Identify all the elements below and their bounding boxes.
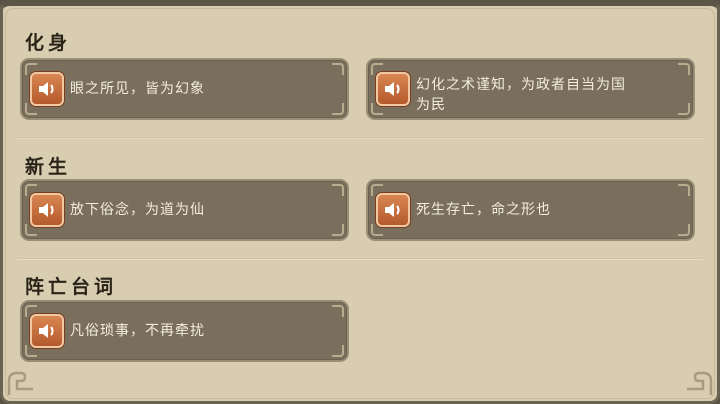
- voice-lines-panel: 化身 眼之所见，皆为幻象 幻化之术谨知，为政者自当为国为民 新生 放下俗念，为道…: [0, 0, 720, 404]
- voice-line-card[interactable]: 幻化之术谨知，为政者自当为国为民: [366, 58, 695, 120]
- speaker-icon[interactable]: [30, 314, 64, 348]
- voice-line-card[interactable]: 眼之所见，皆为幻象: [20, 58, 349, 120]
- voice-line-text: 放下俗念，为道为仙: [70, 202, 205, 218]
- voice-line-card[interactable]: 凡俗琐事，不再牵扰: [20, 300, 349, 362]
- section-title-avatar: 化身: [25, 32, 72, 54]
- section-title-defeat: 阵亡台词: [25, 276, 118, 298]
- section-divider: [17, 137, 703, 138]
- voice-line-text: 死生存亡，命之形也: [416, 202, 551, 218]
- speaker-icon[interactable]: [376, 72, 410, 106]
- speaker-icon[interactable]: [30, 72, 64, 106]
- corner-ornament-icon: [687, 371, 713, 395]
- corner-ornament-icon: [7, 371, 33, 395]
- voice-line-text: 眼之所见，皆为幻象: [70, 81, 205, 97]
- speaker-icon[interactable]: [30, 193, 64, 227]
- speaker-icon[interactable]: [376, 193, 410, 227]
- voice-line-text: 幻化之术谨知，为政者自当为国为民: [416, 77, 626, 113]
- section-divider: [17, 258, 703, 259]
- section-title-rebirth: 新生: [25, 156, 72, 178]
- voice-line-card[interactable]: 放下俗念，为道为仙: [20, 179, 349, 241]
- voice-line-text: 凡俗琐事，不再牵扰: [70, 323, 205, 339]
- voice-line-card[interactable]: 死生存亡，命之形也: [366, 179, 695, 241]
